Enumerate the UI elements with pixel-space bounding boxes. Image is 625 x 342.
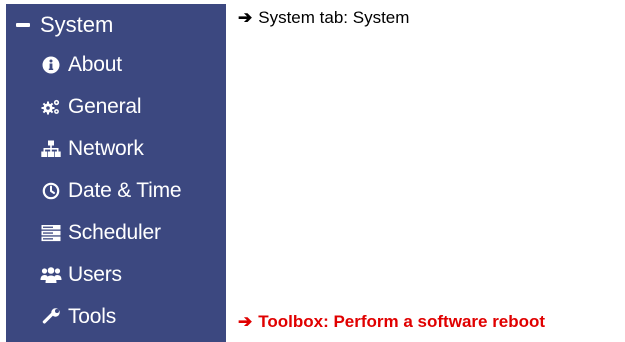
- sidebar-item-label: General: [68, 95, 142, 118]
- users-icon: [40, 264, 62, 286]
- system-tab-annotation: ➔ System tab: System: [238, 8, 409, 28]
- clock-icon: [40, 180, 62, 202]
- sidebar-header-system[interactable]: System: [6, 6, 226, 44]
- sidebar-item-scheduler[interactable]: Scheduler: [6, 212, 226, 254]
- sidebar-item-users[interactable]: Users: [6, 254, 226, 296]
- sidebar-item-label: Date & Time: [68, 179, 182, 202]
- sitemap-icon: [40, 138, 62, 160]
- server-icon: [40, 222, 62, 244]
- sidebar-item-date-time[interactable]: Date & Time: [6, 170, 226, 212]
- page: System About General Network Date & Time…: [0, 0, 625, 342]
- sidebar-item-label: Tools: [68, 305, 117, 328]
- minus-icon[interactable]: [16, 23, 30, 27]
- sidebar-menu: System About General Network Date & Time…: [6, 4, 226, 342]
- sidebar-item-network[interactable]: Network: [6, 128, 226, 170]
- toolbox-annotation: ➔ Toolbox: Perform a software reboot: [238, 312, 545, 332]
- wrench-icon: [40, 306, 62, 328]
- sidebar-header-label: System: [40, 12, 114, 37]
- sidebar-item-tools[interactable]: Tools: [6, 296, 226, 338]
- sidebar-item-label: About: [68, 53, 122, 76]
- system-tab-annotation-text: System tab: System: [258, 8, 410, 27]
- arrow-right-icon: ➔: [238, 8, 253, 27]
- sidebar-item-label: Users: [68, 263, 122, 286]
- info-circle-icon: [40, 54, 62, 76]
- sidebar-item-about[interactable]: About: [6, 44, 226, 86]
- sidebar-item-general[interactable]: General: [6, 86, 226, 128]
- sidebar-item-label: Scheduler: [68, 221, 161, 244]
- cogs-icon: [40, 96, 62, 118]
- toolbox-annotation-text: Toolbox: Perform a software reboot: [258, 312, 546, 331]
- arrow-right-icon: ➔: [238, 312, 253, 331]
- sidebar-item-label: Network: [68, 137, 144, 160]
